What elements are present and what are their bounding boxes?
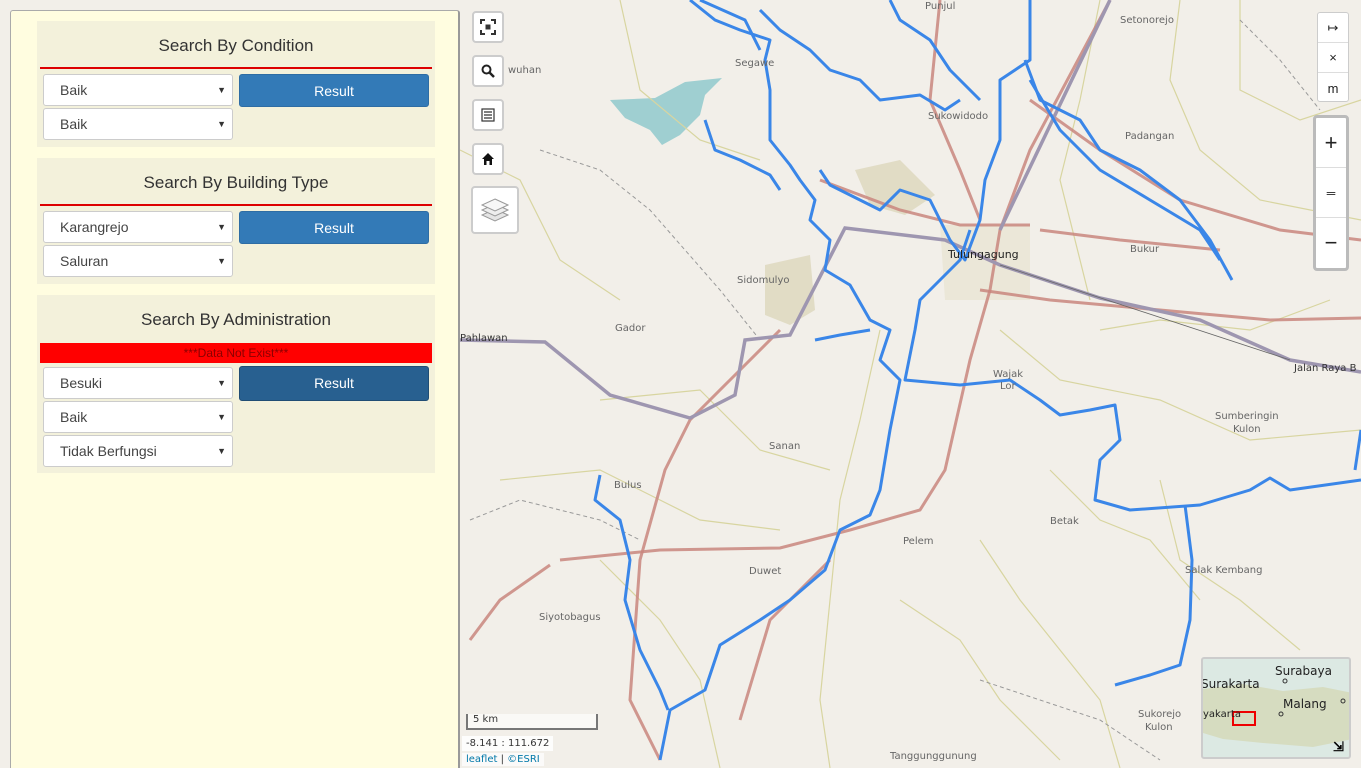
place-sanan: Sanan	[769, 441, 801, 452]
place-punjul: Punjul	[925, 1, 956, 12]
layers-button[interactable]	[471, 186, 519, 234]
data-not-exist-alert: ***Data Not Exist***	[40, 343, 432, 363]
condition-select-1-value: Baik	[60, 82, 88, 98]
road-label-jalan-raya: Jalan Raya B	[1294, 363, 1357, 374]
condition-select-2-value: Baik	[60, 116, 88, 132]
home-button[interactable]	[472, 143, 504, 175]
measure-unit-button[interactable]: m	[1318, 73, 1348, 103]
administration-title: Search By Administration	[141, 310, 331, 329]
administration-result-button[interactable]: Result	[239, 366, 429, 401]
urban-area	[765, 255, 815, 325]
place-duwet: Duwet	[749, 566, 782, 577]
building-select-1[interactable]: Karangrejo ▼	[43, 211, 233, 243]
place-siyotobagus: Siyotobagus	[539, 612, 601, 623]
place-sidomulyo: Sidomulyo	[737, 275, 790, 286]
measure-control: ↦ × m	[1317, 12, 1349, 102]
place-sukowidodo: Sukowidodo	[928, 111, 989, 122]
minimap-label-malang: Malang	[1283, 697, 1327, 711]
zoom-slider-handle[interactable]: ═	[1316, 168, 1346, 218]
minimap-label-yakarta: yakarta	[1203, 709, 1241, 720]
building-title: Search By Building Type	[40, 158, 432, 206]
minimap-label-surakarta: Surakarta	[1201, 677, 1260, 691]
collapse-icon[interactable]: ⇲	[1333, 739, 1344, 755]
mouse-coordinates: -8.141 : 111.672	[462, 736, 554, 751]
place-tanggunggunung: Tanggunggunung	[890, 751, 977, 762]
place-sukorejo: Sukorejo	[1138, 709, 1182, 720]
minimap-label-surabaya: Surabaya	[1275, 664, 1332, 678]
place-padangan: Padangan	[1125, 131, 1175, 142]
place-pelem: Pelem	[903, 536, 934, 547]
place-salak-kembang: Salak Kembang	[1185, 565, 1263, 576]
attribution: leaflet | ©ESRI	[462, 753, 544, 766]
search-button[interactable]	[472, 55, 504, 87]
place-lor: Lor	[1000, 381, 1016, 392]
place-segawe: Segawe	[735, 58, 775, 69]
administration-panel: Search By Administration ***Data Not Exi…	[37, 295, 435, 473]
administration-select-3[interactable]: Tidak Berfungsi ▼	[43, 435, 233, 467]
road-label-pahlawan: Pahlawan	[460, 333, 508, 344]
fullscreen-icon	[480, 19, 496, 35]
fullscreen-button[interactable]	[472, 11, 504, 43]
caret-down-icon: ▼	[217, 256, 226, 266]
place-betak: Betak	[1050, 516, 1079, 527]
place-bukur: Bukur	[1130, 244, 1160, 255]
zoom-in-button[interactable]: +	[1316, 118, 1346, 168]
condition-select-1[interactable]: Baik ▼	[43, 74, 233, 106]
place-bulus: Bulus	[614, 480, 642, 491]
condition-select-2[interactable]: Baik ▼	[43, 108, 233, 140]
list-icon	[481, 108, 495, 122]
caret-down-icon: ▼	[217, 412, 226, 422]
place-wajak: Wajak	[993, 369, 1024, 380]
place-wuhan: wuhan	[508, 65, 542, 76]
attribution-separator: |	[497, 754, 508, 765]
search-icon	[481, 64, 495, 78]
place-kulon-2: Kulon	[1145, 722, 1173, 733]
search-sidebar: Search By Condition Baik ▼ Result Baik ▼ S…	[10, 10, 460, 768]
place-gador: Gador	[615, 323, 646, 334]
caret-down-icon: ▼	[217, 378, 226, 388]
measure-clear-button[interactable]: ×	[1318, 43, 1348, 73]
list-button[interactable]	[472, 99, 504, 131]
caret-down-icon: ▼	[217, 119, 226, 129]
administration-select-2[interactable]: Baik ▼	[43, 401, 233, 433]
building-result-button[interactable]: Result	[239, 211, 429, 244]
caret-down-icon: ▼	[217, 446, 226, 456]
condition-panel: Search By Condition Baik ▼ Result Baik ▼	[37, 21, 435, 147]
scale-bar: 5 km	[466, 714, 598, 730]
minimap[interactable]: Surabaya Surakarta Malang yakarta ⇲	[1201, 657, 1351, 759]
home-icon	[482, 153, 494, 165]
condition-title: Search By Condition	[40, 21, 432, 69]
place-setonorejo: Setonorejo	[1120, 15, 1174, 26]
layers-icon	[480, 198, 510, 222]
administration-select-2-value: Baik	[60, 409, 88, 425]
measure-distance-button[interactable]: ↦	[1318, 13, 1348, 43]
zoom-control: + ═ −	[1313, 115, 1349, 271]
place-kulon-1: Kulon	[1233, 424, 1261, 435]
building-select-1-value: Karangrejo	[60, 219, 129, 235]
condition-result-button[interactable]: Result	[239, 74, 429, 107]
zoom-out-button[interactable]: −	[1316, 218, 1346, 268]
building-panel: Search By Building Type Karangrejo ▼ Resu…	[37, 158, 435, 284]
place-tulungagung: Tulungagung	[948, 248, 1019, 261]
urban-area	[940, 225, 1030, 300]
place-sumberingin: Sumberingin	[1215, 411, 1279, 422]
caret-down-icon: ▼	[217, 222, 226, 232]
building-select-2-value: Saluran	[60, 253, 109, 269]
administration-select-3-value: Tidak Berfungsi	[60, 443, 157, 459]
building-select-2[interactable]: Saluran ▼	[43, 245, 233, 277]
caret-down-icon: ▼	[217, 85, 226, 95]
administration-select-1[interactable]: Besuki ▼	[43, 367, 233, 399]
leaflet-link[interactable]: leaflet	[466, 754, 497, 765]
administration-select-1-value: Besuki	[60, 375, 103, 391]
esri-link[interactable]: ©ESRI	[507, 754, 540, 765]
